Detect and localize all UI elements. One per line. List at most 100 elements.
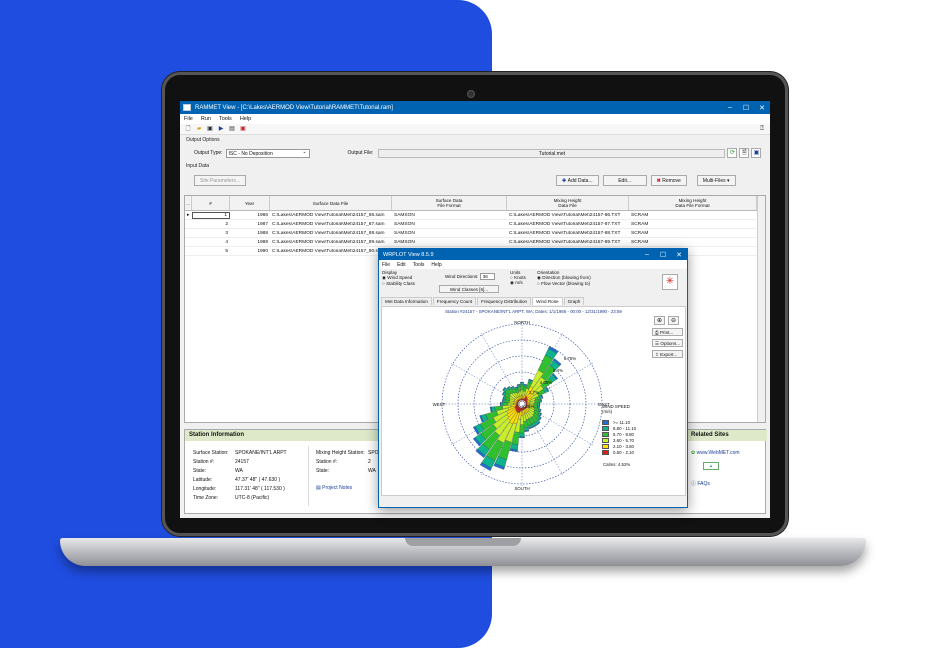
header-cell[interactable]: # <box>192 196 230 210</box>
remove-button[interactable]: ✖ Remove <box>650 174 687 186</box>
header-cell[interactable]: Surface Data File Format <box>392 196 507 210</box>
output-file-field[interactable]: Tutorial.met <box>378 148 726 158</box>
tab-frequency-count[interactable]: Frequency Count <box>432 297 477 305</box>
wrplot-menu-tools[interactable]: Tools <box>413 262 425 268</box>
rose-petal-segment <box>537 402 540 406</box>
options-button[interactable]: ☰ Options... <box>652 339 683 347</box>
output-row: Output Type: ISC - No Deposition Output … <box>180 145 770 161</box>
save-icon[interactable]: ▣ <box>206 125 214 133</box>
legend-label: 5.70 - 8.80 <box>613 431 634 437</box>
wrplot-menu-file[interactable]: File <box>382 262 390 268</box>
table-cell: SCRAM <box>631 221 649 227</box>
wrplot-menu-help[interactable]: Help <box>431 262 441 268</box>
latitude-label: Latitude: <box>193 477 213 483</box>
wrplot-close-icon[interactable]: ✕ <box>671 251 687 259</box>
camera-icon <box>467 90 475 98</box>
table-row[interactable]: ▸ 1 1986 C:\Lakes\AERMOD View\Tutorial\Met\… <box>185 211 765 220</box>
ring-label: 2.7% <box>529 390 539 395</box>
refresh-icon[interactable]: ⟳ <box>727 148 738 158</box>
tab-wind-rose[interactable]: Wind Rose <box>532 297 563 305</box>
wrplot-title: WRPLOT View 8.5.9 <box>383 251 434 258</box>
wrplot-maximize-icon[interactable]: ☐ <box>655 251 671 259</box>
timezone-value: UTC-8 (Pacific) <box>235 495 270 501</box>
table-cell: 1989 <box>257 239 268 245</box>
project-notes-link[interactable]: ▤ Project Notes <box>316 485 352 491</box>
output-type-select[interactable]: ISC - No Deposition <box>225 148 310 158</box>
table-cell: SAMSON <box>394 212 415 218</box>
mixing-state-label: State: <box>316 468 330 474</box>
station-number-label: Station #: <box>193 459 215 465</box>
laptop-notch <box>405 538 521 546</box>
new-file-icon[interactable]: 🗋 <box>184 125 192 133</box>
menu-help[interactable]: Help <box>240 116 251 122</box>
wrplot-minimize-icon[interactable]: – <box>639 251 655 259</box>
legend-item: 2.10 - 3.60 <box>602 443 636 449</box>
view-file-icon[interactable]: 🗎 <box>739 148 750 158</box>
help-icon[interactable]: ⍰ <box>758 125 766 133</box>
rose-petal-segment <box>519 432 525 437</box>
table-cell: SCRAM <box>631 239 649 245</box>
wind-rose-icon[interactable]: ✳ <box>662 274 678 290</box>
table-cell: SAMSON <box>394 221 415 227</box>
zoom-out-icon[interactable]: ⊖ <box>668 316 679 325</box>
exit-icon[interactable]: ▣ <box>239 125 247 133</box>
mixing-station-label: Mixing Height Station: <box>316 450 365 456</box>
radio-ms-label: m/s <box>515 280 523 285</box>
save-output-icon[interactable]: ▣ <box>751 148 762 158</box>
header-cell[interactable]: Mixing Height Data File Format <box>629 196 757 210</box>
multi-files-button[interactable]: Multi-Files ▾ <box>696 174 736 186</box>
wind-classes-button[interactable]: Wind Classes [6]... <box>439 285 499 293</box>
faqs-link[interactable]: ⓘ FAQs <box>691 480 710 487</box>
close-icon[interactable]: ✕ <box>754 104 770 112</box>
window-title: RAMMET View - [C:\Lakes\AERMOD View\Tuto… <box>195 104 393 111</box>
radio-ms[interactable]: ◉ m/s <box>510 280 526 286</box>
calms-label: Calms: 4.52% <box>603 462 631 467</box>
header-cell[interactable]: Mixing Height Data File <box>507 196 629 210</box>
maximize-icon[interactable]: ☐ <box>738 104 754 112</box>
radio-flow-vector[interactable]: ○ Flow Vector (blowing to) <box>537 281 591 286</box>
run-icon[interactable]: ▶ <box>217 125 225 133</box>
row-indicator: ▸ <box>187 212 190 218</box>
radio-stability-class[interactable]: ○ Stability Class <box>382 281 415 286</box>
export-button[interactable]: ⇪ Export... <box>652 350 683 358</box>
menu-file[interactable]: File <box>184 116 193 122</box>
rose-petal-segment <box>533 402 538 406</box>
rose-petal-segment <box>502 402 509 406</box>
menu-run[interactable]: Run <box>201 116 211 122</box>
legend-item: 3.60 - 5.70 <box>602 437 636 443</box>
multi-files-label: Multi-Files <box>702 177 726 184</box>
table-row[interactable]: 4 1989 C:\Lakes\AERMOD View\Tutorial\Met\2… <box>185 238 765 247</box>
radio-flow-vector-label: Flow Vector (blowing to) <box>541 281 591 286</box>
menu-tools[interactable]: Tools <box>219 116 232 122</box>
edit-button[interactable]: Edit... <box>602 174 647 186</box>
tab-graph[interactable]: Graph <box>563 297 585 305</box>
print-button[interactable]: ⎙ Print... <box>652 328 683 336</box>
webmet-link[interactable]: ✿ www.WebMET.com <box>691 450 740 456</box>
table-cell: C:\Lakes\AERMOD View\Tutorial\Met\24157-… <box>509 230 621 236</box>
rose-petal-segment <box>507 402 514 406</box>
minimize-icon[interactable]: – <box>722 104 738 112</box>
rose-petal-segment <box>519 436 525 439</box>
toolbar: 🗋 ▰ ▣ ▶ ▤ ▣ ⍰ <box>180 124 770 135</box>
open-folder-icon[interactable]: ▰ <box>195 125 203 133</box>
table-cell: 1 <box>192 211 230 219</box>
tab-frequency-distribution[interactable]: Frequency Distribution <box>477 297 532 305</box>
menu-bar: File Run Tools Help <box>180 114 770 124</box>
rose-petal-segment <box>539 402 541 406</box>
table-row[interactable]: 3 1988 C:\Lakes\AERMOD View\Tutorial\Met\2… <box>185 229 765 238</box>
zoom-in-icon[interactable]: ⊕ <box>654 316 665 325</box>
report-icon[interactable]: ▤ <box>228 125 236 133</box>
site-parameters-button[interactable]: Site Parameters... <box>194 174 247 186</box>
lakes-logo[interactable]: ▲ <box>703 462 719 470</box>
add-data-button[interactable]: ✚ Add Data... <box>556 174 599 186</box>
tab-met-data-information[interactable]: Met Data Information <box>381 297 432 305</box>
header-cell[interactable]: Surface Data File <box>270 196 392 210</box>
table-cell: SCRAM <box>631 212 649 218</box>
legend-item: 0.50 - 2.10 <box>602 449 636 455</box>
wind-directions-select[interactable]: 36 <box>479 273 495 280</box>
table-row[interactable]: 2 1987 C:\Lakes\AERMOD View\Tutorial\Met\2… <box>185 220 765 229</box>
wrplot-menu-edit[interactable]: Edit <box>397 262 406 268</box>
header-cell[interactable]: Year <box>230 196 270 210</box>
vertical-scrollbar[interactable] <box>757 196 765 422</box>
table-cell: 5 <box>225 248 228 254</box>
